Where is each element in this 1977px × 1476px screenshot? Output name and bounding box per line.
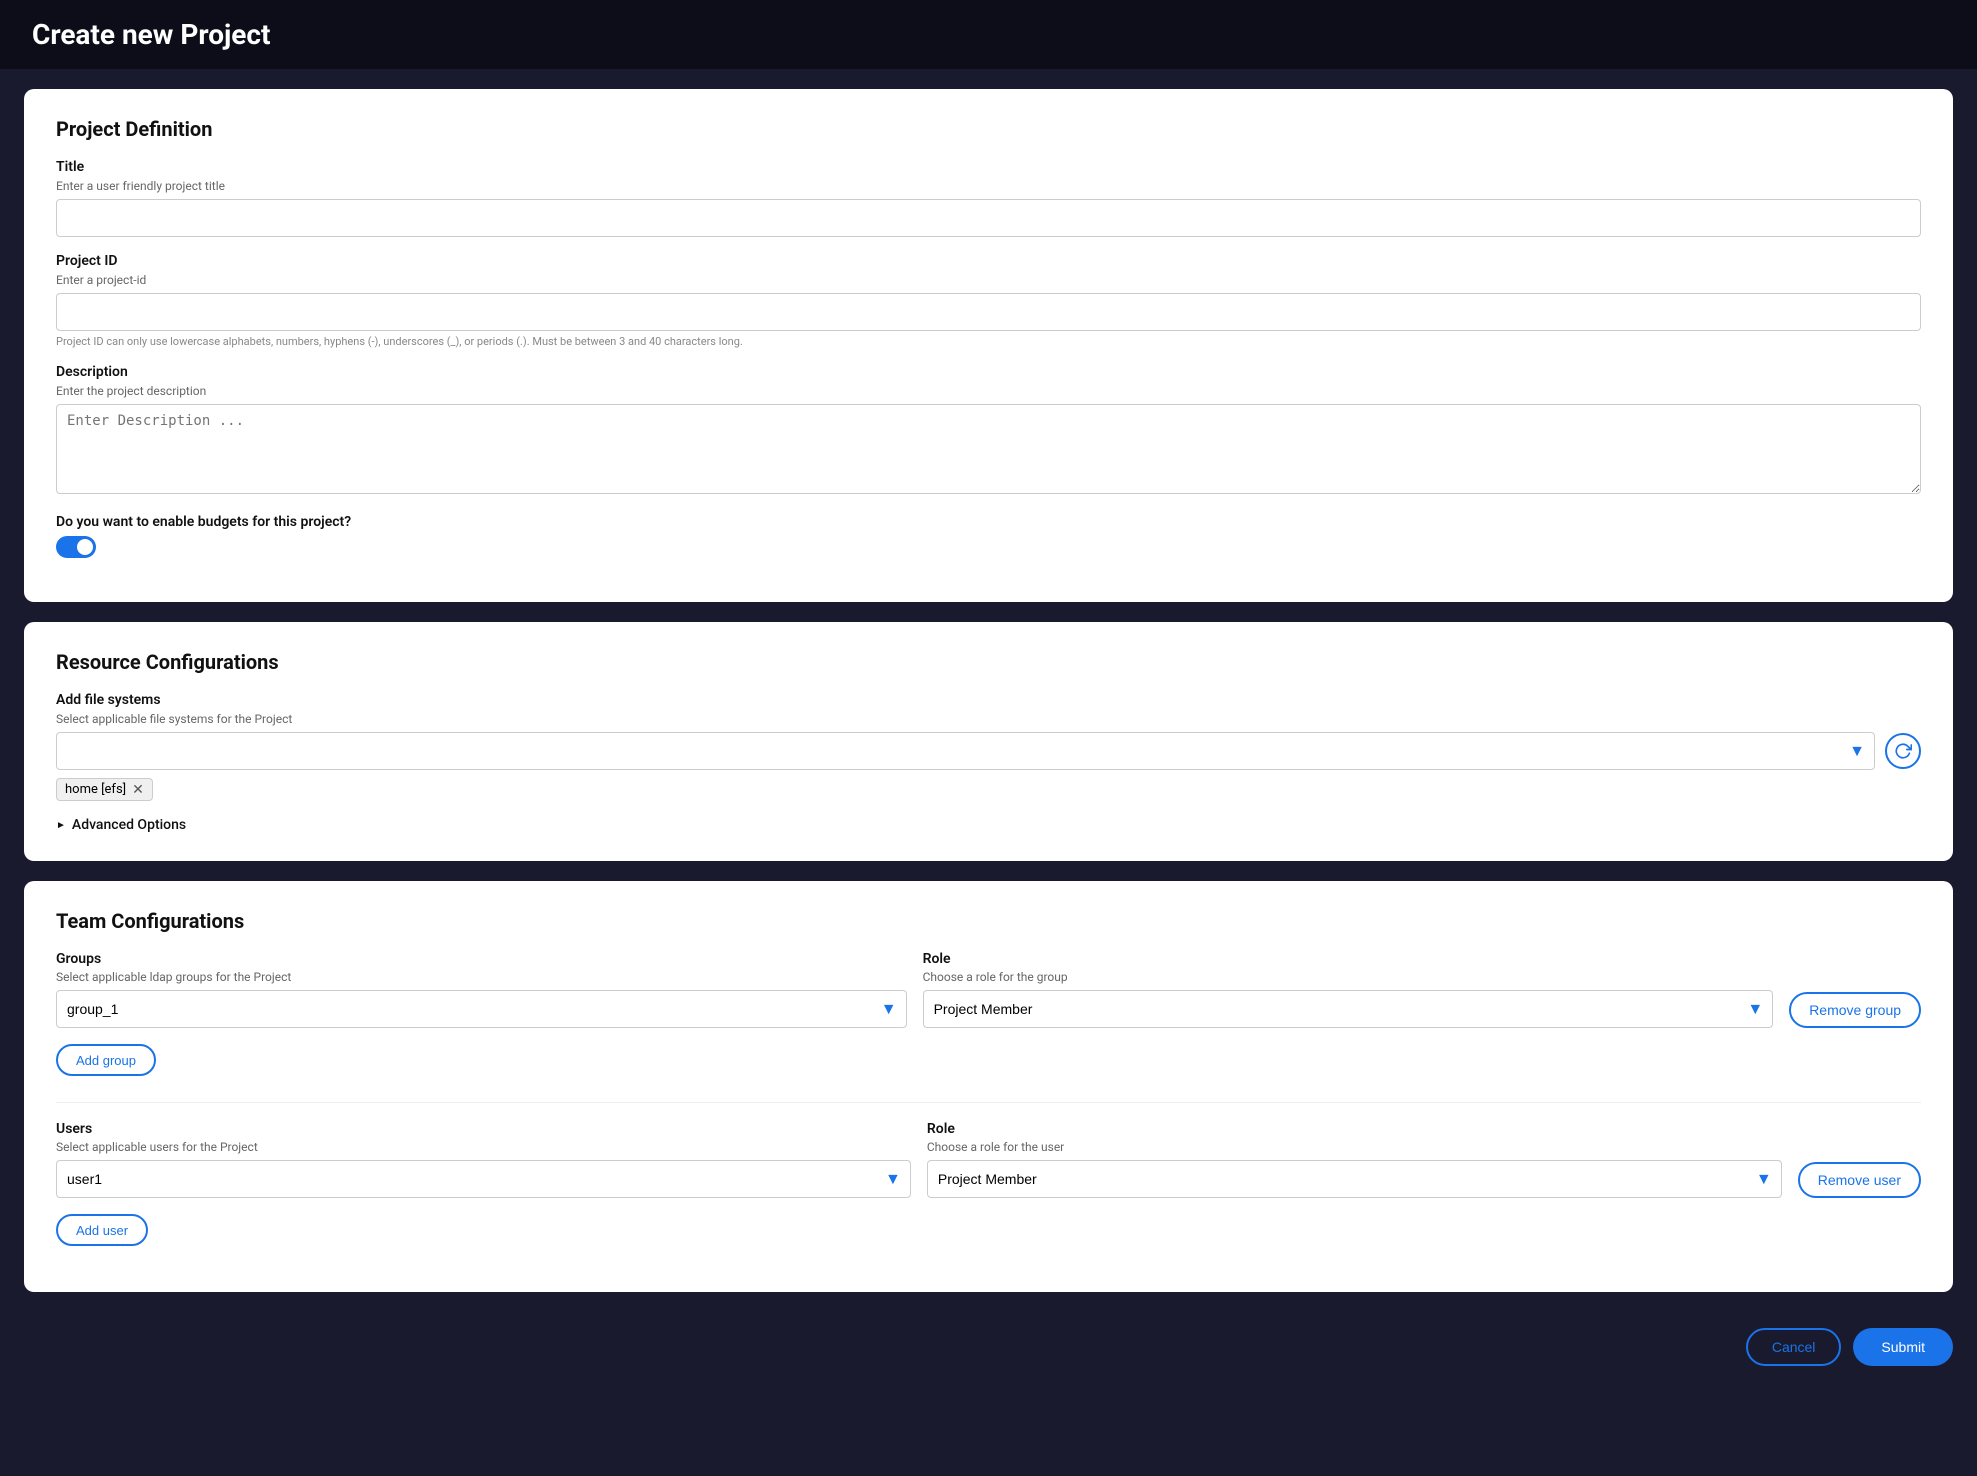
add-user-button[interactable]: Add user xyxy=(56,1214,148,1246)
project-id-hint: Enter a project-id xyxy=(56,273,1921,287)
users-hint: Select applicable users for the Project xyxy=(56,1140,911,1154)
file-systems-select[interactable] xyxy=(56,732,1875,770)
title-input[interactable] xyxy=(56,199,1921,237)
budget-toggle[interactable] xyxy=(56,536,96,558)
submit-button[interactable]: Submit xyxy=(1853,1328,1953,1366)
page-title: Create new Project xyxy=(32,18,1945,51)
project-id-label: Project ID xyxy=(56,253,1921,269)
refresh-icon xyxy=(1894,742,1912,760)
tag-close-icon[interactable]: ✕ xyxy=(132,783,144,797)
refresh-button[interactable] xyxy=(1885,733,1921,769)
resource-config-title: Resource Configurations xyxy=(56,650,1921,674)
divider xyxy=(56,1102,1921,1103)
group-role-label: Role xyxy=(923,951,1774,967)
resource-config-card: Resource Configurations Add file systems… xyxy=(24,622,1953,861)
add-group-button[interactable]: Add group xyxy=(56,1044,156,1076)
groups-label: Groups xyxy=(56,951,907,967)
users-select[interactable]: user1 xyxy=(56,1160,911,1198)
groups-hint: Select applicable ldap groups for the Pr… xyxy=(56,970,907,984)
users-row: Users Select applicable users for the Pr… xyxy=(56,1121,1921,1198)
remove-user-button[interactable]: Remove user xyxy=(1798,1162,1921,1198)
project-id-field-group: Project ID Enter a project-id Project ID… xyxy=(56,253,1921,348)
project-id-hint-below: Project ID can only use lowercase alphab… xyxy=(56,335,1921,348)
budget-label: Do you want to enable budgets for this p… xyxy=(56,514,1921,530)
title-field-group: Title Enter a user friendly project titl… xyxy=(56,159,1921,237)
file-systems-field-group: Add file systems Select applicable file … xyxy=(56,692,1921,801)
remove-group-button[interactable]: Remove group xyxy=(1789,992,1921,1028)
groups-row: Groups Select applicable ldap groups for… xyxy=(56,951,1921,1028)
project-definition-title: Project Definition xyxy=(56,117,1921,141)
file-systems-hint: Select applicable file systems for the P… xyxy=(56,712,1921,726)
group-role-select[interactable]: Project Member xyxy=(923,990,1774,1028)
user-role-select[interactable]: Project Member xyxy=(927,1160,1782,1198)
description-label: Description xyxy=(56,364,1921,380)
description-hint: Enter the project description xyxy=(56,384,1921,398)
tag-label: home [efs] xyxy=(65,782,126,797)
budget-field-group: Do you want to enable budgets for this p… xyxy=(56,514,1921,558)
group-role-hint: Choose a role for the group xyxy=(923,970,1774,984)
footer: Cancel Submit xyxy=(0,1312,1977,1382)
user-role-hint: Choose a role for the user xyxy=(927,1140,1782,1154)
advanced-options-arrow-icon: ► xyxy=(56,820,66,831)
groups-select[interactable]: group_1 xyxy=(56,990,907,1028)
project-definition-card: Project Definition Title Enter a user fr… xyxy=(24,89,1953,602)
team-config-title: Team Configurations xyxy=(56,909,1921,933)
users-label: Users xyxy=(56,1121,911,1137)
team-config-card: Team Configurations Groups Select applic… xyxy=(24,881,1953,1292)
page-header: Create new Project xyxy=(0,0,1977,69)
project-id-input[interactable] xyxy=(56,293,1921,331)
file-system-tag: home [efs] ✕ xyxy=(56,778,153,801)
title-hint: Enter a user friendly project title xyxy=(56,179,1921,193)
file-systems-label: Add file systems xyxy=(56,692,1921,708)
advanced-options-toggle[interactable]: ► Advanced Options xyxy=(56,817,1921,833)
cancel-button[interactable]: Cancel xyxy=(1746,1328,1842,1366)
description-field-group: Description Enter the project descriptio… xyxy=(56,364,1921,498)
title-label: Title xyxy=(56,159,1921,175)
user-role-label: Role xyxy=(927,1121,1782,1137)
advanced-options-label: Advanced Options xyxy=(72,817,186,833)
description-input[interactable] xyxy=(56,404,1921,494)
